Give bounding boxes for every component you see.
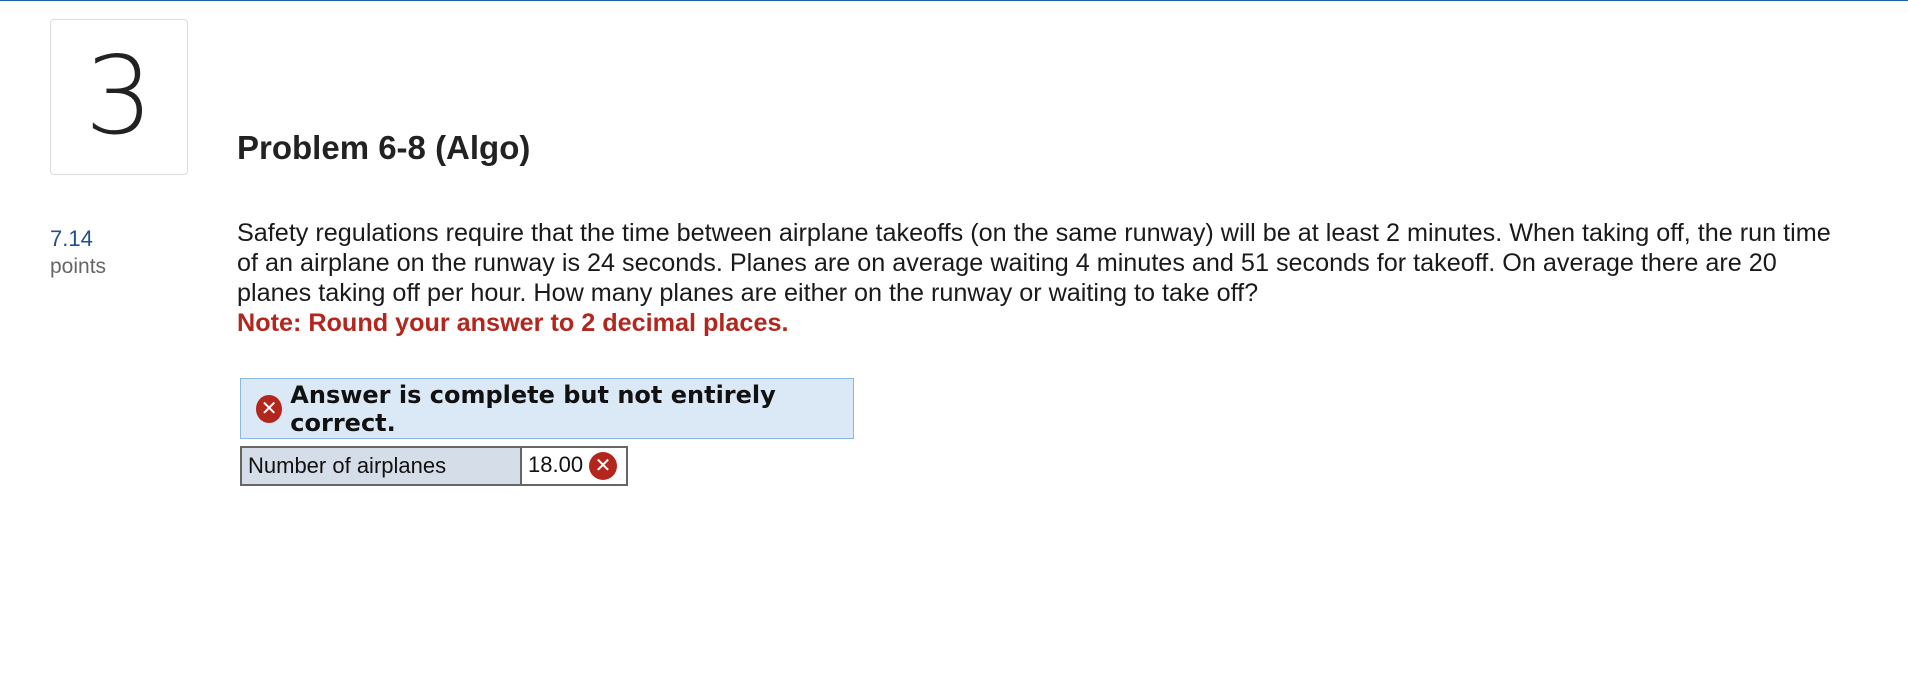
x-circle-icon: ✕ <box>256 394 283 423</box>
points-label: points <box>50 255 107 278</box>
top-rule <box>0 0 1908 1</box>
x-circle-icon: ✕ <box>589 452 618 481</box>
rounding-note: Note: Round your answer to 2 decimal pla… <box>237 309 789 337</box>
answer-cell[interactable]: 18.00 ✕ <box>520 446 628 486</box>
answer-table: Number of airplanes 18.00 ✕ <box>240 446 628 486</box>
points-value: 7.14 <box>50 226 93 251</box>
problem-title: Problem 6-8 (Algo) <box>237 129 531 166</box>
answer-value[interactable]: 18.00 <box>528 452 583 477</box>
feedback-text: Answer is complete but not entirely corr… <box>290 380 776 437</box>
answer-label: Number of airplanes <box>240 446 522 486</box>
points-panel: 7.14 points <box>50 225 106 281</box>
feedback-banner: ✕ Answer is complete but not entirely co… <box>240 378 854 439</box>
table-row: Number of airplanes 18.00 ✕ <box>240 446 628 486</box>
question-number: 3 <box>50 19 188 175</box>
question-body: Safety regulations require that the time… <box>237 218 1837 338</box>
question-text: Safety regulations require that the time… <box>237 219 1831 307</box>
